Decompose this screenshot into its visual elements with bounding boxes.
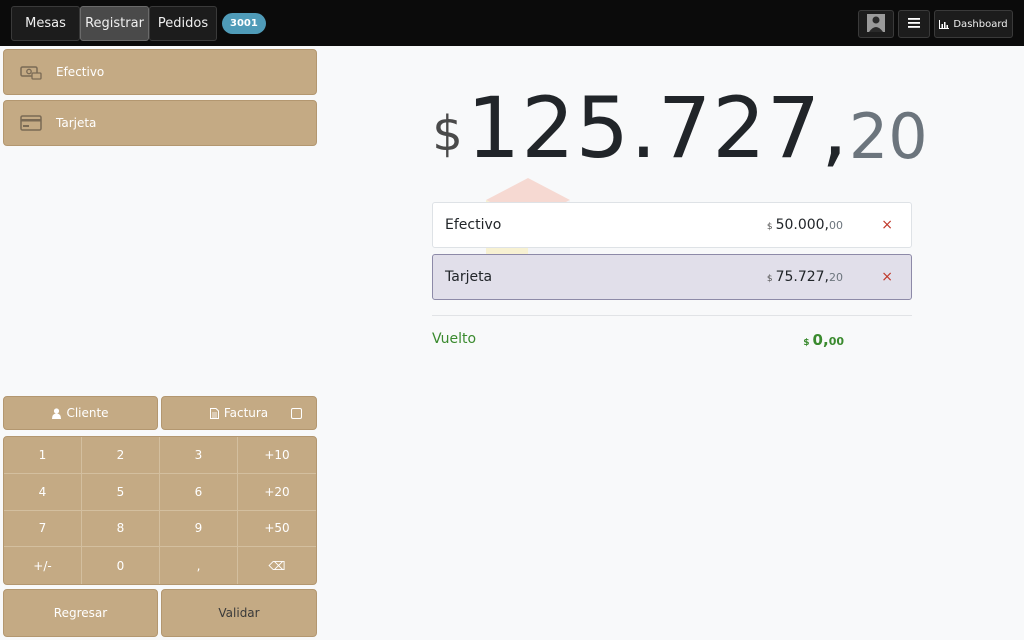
numpad-key-3[interactable]: 3 xyxy=(160,437,238,474)
credit-card-icon xyxy=(20,115,42,131)
change-amount: $0,00 xyxy=(803,331,844,349)
payment-line-name: Efectivo xyxy=(445,217,502,233)
tab-pedidos[interactable]: Pedidos xyxy=(149,6,217,41)
payment-line-name: Tarjeta xyxy=(445,269,493,285)
validate-button[interactable]: Validar xyxy=(161,589,317,637)
dashboard-button[interactable]: Dashboard xyxy=(934,10,1013,38)
numpad-key-1[interactable]: 1 xyxy=(4,437,82,474)
total-integer: 125.727, xyxy=(466,79,849,177)
remove-payment-button[interactable]: × xyxy=(881,217,893,233)
payment-method-efectivo[interactable]: Efectivo xyxy=(3,49,317,95)
user-icon xyxy=(52,407,62,419)
tab-mesas[interactable]: Mesas xyxy=(11,6,80,41)
payment-method-label: Tarjeta xyxy=(56,116,97,130)
tab-registrar[interactable]: Registrar xyxy=(80,6,149,41)
total-decimal: 20 xyxy=(848,100,928,173)
payment-method-tarjeta[interactable]: Tarjeta xyxy=(3,100,317,146)
numpad-key-sign[interactable]: +/- xyxy=(4,547,82,584)
payment-line-tarjeta[interactable]: Tarjeta $75.727,20 × xyxy=(432,254,912,300)
numpad-key-0[interactable]: 0 xyxy=(82,547,160,584)
user-avatar-button[interactable] xyxy=(858,10,894,38)
payment-method-label: Efectivo xyxy=(56,65,105,79)
factura-button[interactable]: Factura xyxy=(161,396,317,430)
payment-line-efectivo[interactable]: Efectivo $50.000,00 × xyxy=(432,202,912,248)
numpad-key-8[interactable]: 8 xyxy=(82,510,160,548)
numpad-key-7[interactable]: 7 xyxy=(4,510,82,548)
order-number-badge: 3001 xyxy=(222,13,266,34)
cash-icon xyxy=(20,64,42,80)
dashboard-label: Dashboard xyxy=(953,18,1008,30)
total-amount: $ 125.727, 20 xyxy=(432,72,928,182)
total-currency: $ xyxy=(432,106,463,162)
top-navbar: Mesas Registrar Pedidos 3001 Dashboard xyxy=(0,0,1024,46)
numpad-key-plus20[interactable]: +20 xyxy=(238,474,316,511)
change-label: Vuelto xyxy=(432,331,477,347)
hamburger-icon xyxy=(908,17,920,31)
user-avatar-icon xyxy=(867,13,885,35)
document-icon xyxy=(209,407,219,419)
bar-chart-icon xyxy=(939,19,950,29)
numpad-key-plus50[interactable]: +50 xyxy=(238,511,316,548)
payment-line-amount: $50.000,00 xyxy=(766,217,843,233)
menu-button[interactable] xyxy=(898,10,930,38)
numpad: 1 2 3 +10 4 5 6 +20 7 8 9 +50 +/- 0 , ⌫ xyxy=(3,436,317,585)
numpad-key-5[interactable]: 5 xyxy=(82,473,160,511)
cliente-label: Cliente xyxy=(66,406,109,420)
numpad-key-4[interactable]: 4 xyxy=(4,473,82,511)
remove-payment-button[interactable]: × xyxy=(881,269,893,285)
numpad-key-9[interactable]: 9 xyxy=(160,510,238,548)
back-button[interactable]: Regresar xyxy=(3,589,158,637)
checkbox-icon[interactable] xyxy=(291,408,302,419)
cliente-button[interactable]: Cliente xyxy=(3,396,158,430)
numpad-key-comma[interactable]: , xyxy=(160,547,238,584)
divider xyxy=(432,315,912,316)
numpad-key-6[interactable]: 6 xyxy=(160,473,238,511)
factura-label: Factura xyxy=(223,406,269,420)
numpad-key-2[interactable]: 2 xyxy=(82,437,160,474)
payment-line-amount: $75.727,20 xyxy=(766,269,843,285)
numpad-key-plus10[interactable]: +10 xyxy=(238,437,316,474)
numpad-key-backspace[interactable]: ⌫ xyxy=(238,547,316,584)
